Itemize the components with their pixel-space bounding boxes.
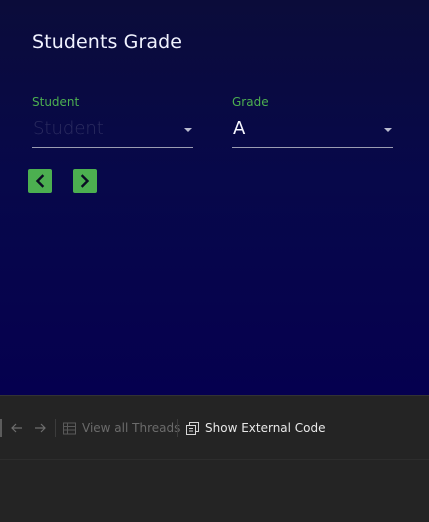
student-field[interactable]: Student Student [32, 95, 193, 150]
student-dropdown-placeholder[interactable]: Student [33, 118, 173, 139]
external-code-icon [185, 421, 200, 436]
arrow-left-icon [11, 423, 22, 433]
app-window: Students Grade Student Student Grade A [0, 0, 429, 395]
debug-panel: View all Threads Show External Code [0, 395, 429, 522]
next-button[interactable] [73, 169, 97, 193]
show-external-code-button[interactable]: Show External Code [185, 418, 326, 438]
student-label: Student [32, 95, 80, 109]
dropdown-caret-icon[interactable] [384, 128, 392, 132]
grade-field[interactable]: Grade A [232, 95, 393, 150]
grade-field-underline [232, 147, 393, 148]
page-title: Students Grade [32, 31, 183, 53]
back-button[interactable] [9, 419, 25, 437]
panel-divider [0, 459, 429, 460]
chevron-right-icon [80, 174, 90, 188]
student-field-underline [32, 147, 193, 148]
toolbar-separator [55, 419, 56, 437]
view-all-threads-label: View all Threads [82, 421, 181, 435]
previous-button[interactable] [28, 169, 52, 193]
view-all-threads-button[interactable]: View all Threads [62, 418, 180, 438]
chevron-left-icon [35, 174, 45, 188]
debug-toolbar: View all Threads Show External Code [0, 414, 429, 442]
threads-icon [62, 421, 77, 436]
toolbar-separator [177, 419, 178, 437]
show-external-code-label: Show External Code [205, 421, 326, 435]
forward-button[interactable] [32, 419, 48, 437]
grade-dropdown-value[interactable]: A [233, 118, 373, 139]
grade-label: Grade [232, 95, 269, 109]
dropdown-caret-icon[interactable] [184, 128, 192, 132]
toolbar-grip [0, 419, 2, 437]
arrow-right-icon [35, 423, 46, 433]
